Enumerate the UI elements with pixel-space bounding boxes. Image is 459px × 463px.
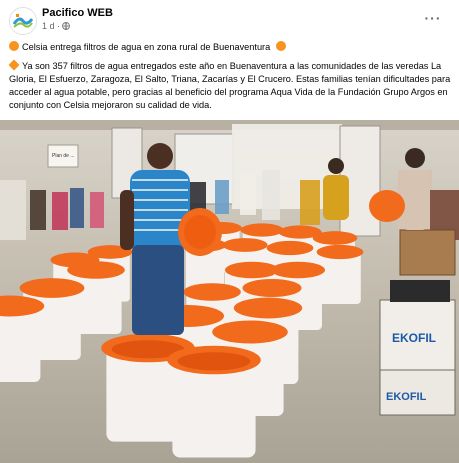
more-options-icon: ··· xyxy=(424,10,442,26)
page-name[interactable]: Pacifico WEB xyxy=(42,7,113,19)
body-text: Ya son 357 filtros de agua entregados es… xyxy=(9,61,451,110)
wall-sign-text: Plan de ... xyxy=(52,153,75,159)
orange-circle-icon xyxy=(275,41,286,51)
post-meta: 1 d · xyxy=(42,21,70,31)
post-text: Celsia entrega filtros de agua en zona r… xyxy=(8,41,453,118)
orange-circle-icon xyxy=(9,41,19,51)
globe-icon xyxy=(62,22,70,30)
post-paragraph-2: Ya son 357 filtros de agua entregados es… xyxy=(8,59,453,112)
post-header: Pacifico WEB 1 d · ··· xyxy=(0,0,459,40)
page-avatar[interactable] xyxy=(9,7,37,35)
orange-diamond-icon xyxy=(8,59,20,71)
box-brand-label: EKOFIL xyxy=(392,331,436,345)
water-filters-photo: Plan de ... EKOFIL EKOFIL xyxy=(0,120,459,463)
post-time[interactable]: 1 d · xyxy=(42,21,60,31)
post-photo[interactable]: Plan de ... EKOFIL EKOFIL xyxy=(0,120,459,463)
box-brand-label-2: EKOFIL xyxy=(386,391,427,403)
headline-text: Celsia entrega filtros de agua en zona r… xyxy=(22,42,271,52)
more-options-button[interactable]: ··· xyxy=(421,8,445,28)
post-paragraph-1: Celsia entrega filtros de agua en zona r… xyxy=(9,41,453,54)
pacifico-web-logo-icon xyxy=(10,8,36,34)
